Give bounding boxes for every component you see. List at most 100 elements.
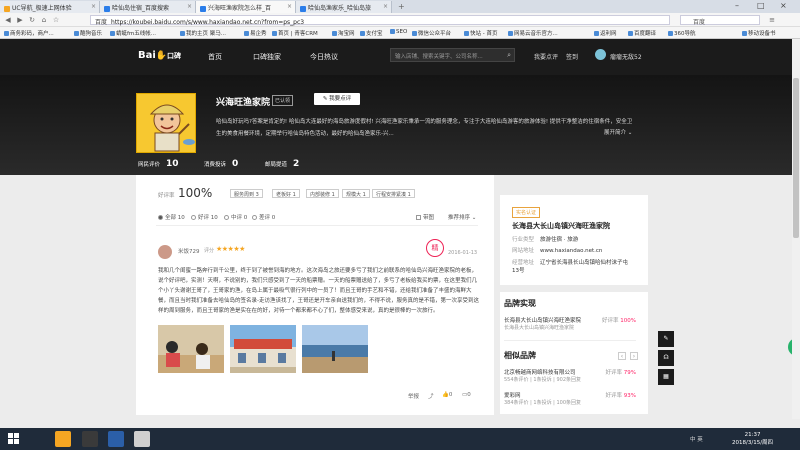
clock[interactable]: 21:37 2018/3/15/周四: [732, 431, 773, 447]
review-photo[interactable]: [158, 325, 224, 373]
baidu-koubei-logo[interactable]: Bai✋口碑: [138, 50, 181, 61]
maximize-icon[interactable]: □: [757, 1, 765, 10]
close-icon[interactable]: ×: [287, 3, 292, 10]
review-tag[interactable]: 规模大 1: [342, 189, 370, 198]
close-icon[interactable]: ×: [383, 3, 388, 10]
back-icon[interactable]: ◀: [4, 16, 12, 24]
taskbar: 中 英 21:37 2018/3/15/周四: [0, 428, 800, 450]
score-label: 好评率: [158, 193, 175, 199]
qrcode-icon: ▦: [663, 373, 669, 380]
review-tag[interactable]: 服务周到 3: [230, 189, 263, 198]
filter-neutral[interactable]: 中评 0: [224, 213, 247, 221]
review-photo[interactable]: [230, 325, 296, 373]
scrollbar-thumb[interactable]: [793, 78, 799, 238]
minimize-icon[interactable]: –: [735, 1, 739, 10]
stat-channel[interactable]: 邮局提道 2: [265, 159, 299, 169]
bookmark-item[interactable]: 支付宝: [360, 29, 383, 37]
bookmark-item[interactable]: 快站 - 首页: [464, 29, 497, 37]
comment-button[interactable]: ▭0: [462, 392, 471, 398]
browser-search-input[interactable]: 百度: [680, 15, 760, 26]
write-review-button[interactable]: ✎ 我要点评: [314, 93, 360, 105]
bookmark-item[interactable]: 返利网: [594, 29, 617, 37]
browser-tab-2[interactable]: 哈仙岛住宿_百度搜索 ×: [100, 1, 196, 13]
rating-label: 评分: [204, 248, 215, 254]
uc-browser-taskbar-icon[interactable]: [55, 431, 71, 447]
bookmark-item[interactable]: 360导航: [668, 29, 696, 37]
browser-tab-3[interactable]: 兴海旺渔家院怎么样_百 ×: [196, 1, 296, 13]
info-row: 行业类型 旅游住宿 · 旅游: [512, 237, 579, 243]
refresh-icon[interactable]: ↻: [28, 16, 36, 24]
chevron-right-icon[interactable]: ›: [630, 352, 638, 360]
home-icon[interactable]: ⌂: [40, 16, 48, 24]
reviewer-avatar[interactable]: [158, 245, 172, 259]
review-tag[interactable]: 行程安排紧凑 1: [372, 189, 415, 198]
verified-badge: 实名认证: [512, 207, 541, 218]
with-images-checkbox[interactable]: 带图: [416, 213, 434, 221]
stat-reviews[interactable]: 网民评价 10: [138, 159, 179, 169]
new-tab-icon[interactable]: +: [398, 2, 405, 11]
bookmark-item[interactable]: 首页 | 青客CRM: [272, 29, 318, 37]
bookmark-item[interactable]: SEO: [390, 29, 407, 35]
nav-home[interactable]: 首页: [208, 52, 222, 62]
filter-negative[interactable]: 差评 0: [252, 213, 275, 221]
system-tray[interactable]: 中 英: [690, 435, 703, 443]
report-link[interactable]: 举报: [408, 392, 419, 400]
sort-dropdown[interactable]: 推荐排序 ⌄: [448, 213, 476, 221]
edit-float-button[interactable]: ✎: [658, 331, 674, 347]
avatar[interactable]: [595, 49, 606, 60]
qrcode-button[interactable]: ▦: [658, 369, 674, 385]
close-icon[interactable]: ×: [91, 3, 96, 10]
stat-complaints[interactable]: 消费投诉 0: [204, 159, 238, 169]
filter-all[interactable]: 全部 10: [158, 213, 185, 221]
bookmark-item[interactable]: 移动设备书: [742, 29, 776, 37]
divider: [504, 340, 636, 341]
bookmark-item[interactable]: 易企秀: [244, 29, 267, 37]
expand-intro-link[interactable]: 展开简介 ⌄: [604, 128, 632, 136]
forward-icon[interactable]: ▶: [16, 16, 24, 24]
url-input[interactable]: 百度 https://koubei.baidu.com/s/www.haxiand…: [90, 15, 670, 26]
explorer-taskbar-icon[interactable]: [82, 431, 98, 447]
search-icon[interactable]: ⌕: [507, 51, 511, 60]
bookmark-item[interactable]: 百度翻译: [628, 29, 656, 37]
site-search-input[interactable]: 输入店铺、搜索关键字、公司名称... ⌕: [390, 48, 515, 62]
bookmark-item[interactable]: 蜻蜓fm五线帐...: [110, 29, 156, 37]
bookmark-icon: [244, 31, 249, 36]
app-taskbar-icon[interactable]: [108, 431, 124, 447]
browser-tab-1[interactable]: UC导航_极速上网体验 ×: [0, 1, 100, 13]
bookmark-item[interactable]: 酷狗音乐: [74, 29, 102, 37]
nav-trending[interactable]: 今日热议: [310, 52, 338, 62]
similar-heading: 相似品牌: [504, 351, 536, 360]
checkin-link[interactable]: 签到: [566, 52, 578, 61]
similar-brand-item[interactable]: 北京畅越商网络科技有限公司 554条评价 | 1条投诉 | 902条回复 好评率…: [504, 368, 636, 383]
share-icon[interactable]: ⤴: [428, 392, 434, 400]
bookmark-item[interactable]: 我的主页 聚马...: [180, 29, 226, 37]
bookmark-item[interactable]: 商务彩码，商户...: [4, 29, 54, 37]
review-tag[interactable]: 内部装修 1: [306, 189, 339, 198]
browser-tab-4[interactable]: 哈仙岛渔家乐_哈仙岛旅 ×: [296, 1, 392, 13]
window-close-icon[interactable]: ×: [780, 1, 787, 10]
like-button[interactable]: 👍0: [442, 392, 452, 398]
bookmark-item[interactable]: 网易云音乐官方...: [508, 29, 558, 37]
reviewer-name[interactable]: 米饭729: [178, 247, 200, 255]
info-row: 网站地址 www.haxiandao.net.cn: [512, 248, 603, 254]
windows-start-icon[interactable]: [8, 433, 19, 444]
star-icon[interactable]: ☆: [52, 16, 60, 24]
bookmark-item[interactable]: 淘宝网: [332, 29, 355, 37]
nav-exclusive[interactable]: 口碑独家: [253, 52, 281, 62]
fisherman-illustration: [137, 94, 195, 152]
review-tag[interactable]: 老板好 1: [272, 189, 300, 198]
close-icon[interactable]: ×: [187, 3, 192, 10]
bookmark-item[interactable]: 微信公众平台: [412, 29, 451, 37]
bookmark-icon: [74, 31, 79, 36]
username[interactable]: 瘤瘤无敌52: [610, 52, 642, 61]
menu-icon[interactable]: ≡: [768, 16, 776, 24]
write-review-link[interactable]: 我要点评: [534, 52, 558, 61]
review-photo[interactable]: [302, 325, 368, 373]
chevron-left-icon[interactable]: ‹: [618, 352, 626, 360]
customer-service-button[interactable]: ☊: [658, 350, 674, 366]
app-taskbar-icon[interactable]: [134, 431, 150, 447]
brand-item[interactable]: 长海县大长山岛镇兴海旺渔家院 长海县大长山岛镇兴海旺渔家院 好评率 100%: [504, 316, 636, 331]
address-toolbar: ◀ ▶ ↻ ⌂ ☆ 百度 https://koubei.baidu.com/s/w…: [0, 13, 800, 27]
similar-brand-item[interactable]: 爱彩网 384条评价 | 1条投诉 | 100条回复 好评率 93%: [504, 391, 636, 406]
filter-positive[interactable]: 好评 10: [191, 213, 218, 221]
